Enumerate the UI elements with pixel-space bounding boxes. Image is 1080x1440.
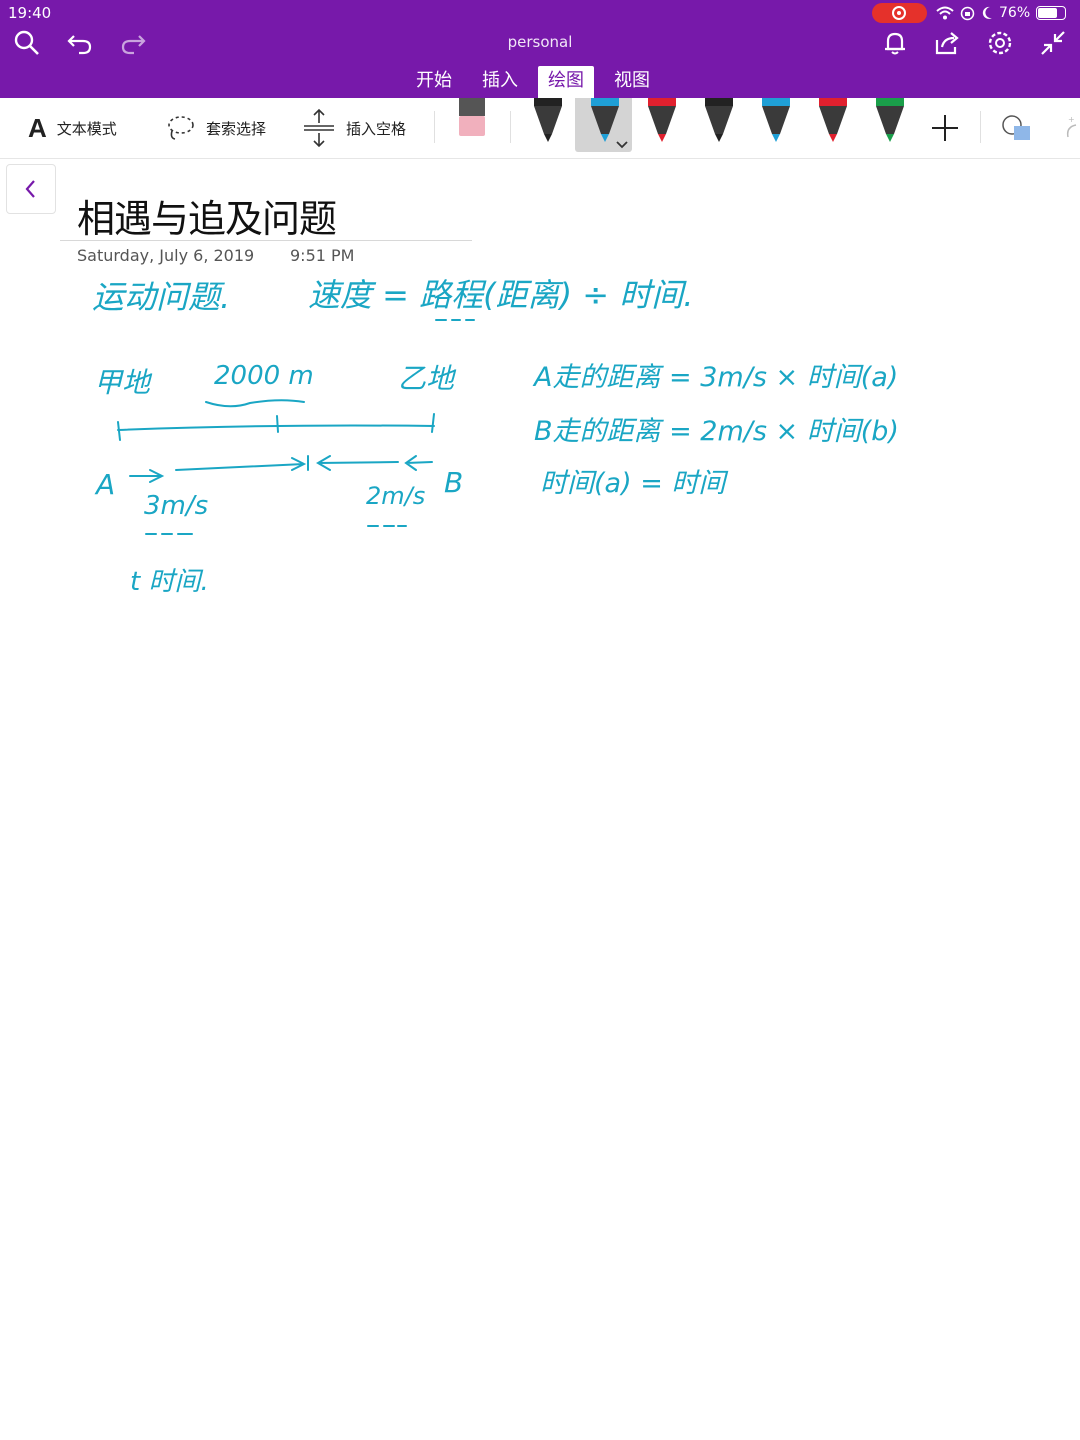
insert-space-button[interactable]: 插入空格 xyxy=(302,98,406,158)
screen-recording-indicator[interactable] xyxy=(872,3,927,23)
lasso-icon xyxy=(166,113,196,143)
shapes-icon xyxy=(1002,115,1030,140)
orientation-lock-icon xyxy=(960,6,975,20)
battery-fill xyxy=(1038,8,1058,18)
eraser-icon xyxy=(459,98,485,136)
pen-icon xyxy=(762,98,790,142)
back-button[interactable] xyxy=(6,164,56,214)
ink-formula-equal: 时间(a) = 时间 xyxy=(540,468,728,499)
ink-speed-formula: 速度 = 路程(距离) ÷ 时间. xyxy=(308,276,693,314)
ink-speed-b: 2m/s xyxy=(366,482,425,510)
bell-icon xyxy=(885,32,905,55)
text-mode-icon: A xyxy=(28,112,47,143)
tab-view[interactable]: 视图 xyxy=(604,66,660,94)
battery-icon xyxy=(1036,6,1067,20)
ink-route-ticks xyxy=(117,413,435,441)
pen-4-button[interactable] xyxy=(699,98,739,148)
ink-arrow-b xyxy=(316,455,399,471)
notifications-button[interactable] xyxy=(880,28,910,58)
lasso-select-label: 套索选择 xyxy=(206,119,267,138)
pen-icon xyxy=(534,98,562,142)
pen-3-button[interactable] xyxy=(642,98,682,148)
ink-distance: 2000 m xyxy=(214,361,314,391)
search-button[interactable] xyxy=(12,28,42,58)
undo-button[interactable] xyxy=(65,28,95,58)
ink-underline-2000m xyxy=(205,399,305,408)
ink-speed-a: 3m/s xyxy=(144,491,208,521)
pen-icon xyxy=(705,98,733,142)
share-button[interactable] xyxy=(932,28,962,58)
pen-5-button[interactable] xyxy=(756,98,796,148)
text-mode-button[interactable]: A 文本模式 xyxy=(28,98,117,158)
ink-arrow-a xyxy=(175,457,307,471)
plus-icon xyxy=(932,115,958,141)
text-mode-label: 文本模式 xyxy=(56,119,117,138)
tab-insert[interactable]: 插入 xyxy=(472,66,528,94)
status-time: 19:40 xyxy=(8,4,52,22)
tab-draw[interactable]: 绘图 xyxy=(538,66,594,98)
ink-formula-b: B走的距离 = 2m/s × 时间(b) xyxy=(534,416,899,447)
redo-icon xyxy=(121,35,146,55)
page-date: Saturday, July 6, 2019 xyxy=(77,246,255,265)
pen-6-button[interactable] xyxy=(813,98,853,148)
settings-button[interactable] xyxy=(985,28,1015,58)
lasso-select-button[interactable]: 套索选择 xyxy=(166,98,266,158)
ink-place-a: 甲地 xyxy=(94,366,153,399)
ink-route-line xyxy=(117,424,435,431)
eraser-button[interactable] xyxy=(458,98,486,138)
draw-ribbon: A 文本模式 套索选择 插入空格 + xyxy=(0,98,1080,159)
ribbon-divider xyxy=(980,111,981,143)
pen-icon xyxy=(819,98,847,142)
pen-icon xyxy=(591,98,619,142)
ink-place-b: 乙地 xyxy=(398,362,457,395)
record-icon xyxy=(892,6,906,20)
tab-home[interactable]: 开始 xyxy=(406,66,462,94)
app-header: 19:40 76% personal 开始 插入 绘图 视图 xyxy=(0,0,1080,98)
page-title[interactable]: 相遇与追及问题 xyxy=(77,188,337,243)
pen-7-button[interactable] xyxy=(870,98,910,148)
ribbon-divider xyxy=(510,111,511,143)
ink-heading-motion-problems: 运动问题. xyxy=(92,278,230,316)
page-time: 9:51 PM xyxy=(290,246,355,265)
exit-fullscreen-button[interactable] xyxy=(1038,28,1068,58)
pen-2-button[interactable] xyxy=(585,98,625,148)
system-status-icons: 76% xyxy=(936,2,1067,24)
redo-button[interactable] xyxy=(118,28,148,58)
gear-icon xyxy=(988,31,1012,55)
pen-1-button[interactable] xyxy=(528,98,568,148)
moon-icon xyxy=(982,6,992,19)
more-tools-partial[interactable]: + xyxy=(1062,98,1080,158)
ribbon-divider xyxy=(434,111,435,143)
insert-space-label: 插入空格 xyxy=(346,119,407,138)
add-pen-button[interactable] xyxy=(930,98,960,158)
ink-to-shape-icon: + xyxy=(1066,115,1077,138)
svg-text:+: + xyxy=(1068,115,1075,124)
chevron-left-icon xyxy=(25,180,35,198)
search-icon xyxy=(14,30,39,55)
insert-space-icon xyxy=(302,108,336,148)
title-underline xyxy=(60,240,472,241)
shapes-button[interactable] xyxy=(1000,98,1034,158)
ink-arrow-a-start xyxy=(129,469,165,483)
ribbon-tabs: 开始 插入 绘图 视图 xyxy=(406,66,660,98)
ink-formula-a: A走的距离 = 3m/s × 时间(a) xyxy=(532,362,898,393)
battery-percent: 76% xyxy=(999,5,1031,21)
ink-point-a: A xyxy=(94,468,115,501)
pen-icon xyxy=(648,98,676,142)
ink-point-b: B xyxy=(444,466,463,499)
ink-time-note: t 时间. xyxy=(130,567,209,597)
collapse-icon xyxy=(1041,31,1065,55)
notebook-title: personal xyxy=(507,33,573,51)
ink-arrow-b-start xyxy=(404,455,433,471)
pen-icon xyxy=(876,98,904,142)
share-icon xyxy=(935,32,959,55)
undo-icon xyxy=(67,35,92,55)
wifi-icon xyxy=(936,6,954,20)
